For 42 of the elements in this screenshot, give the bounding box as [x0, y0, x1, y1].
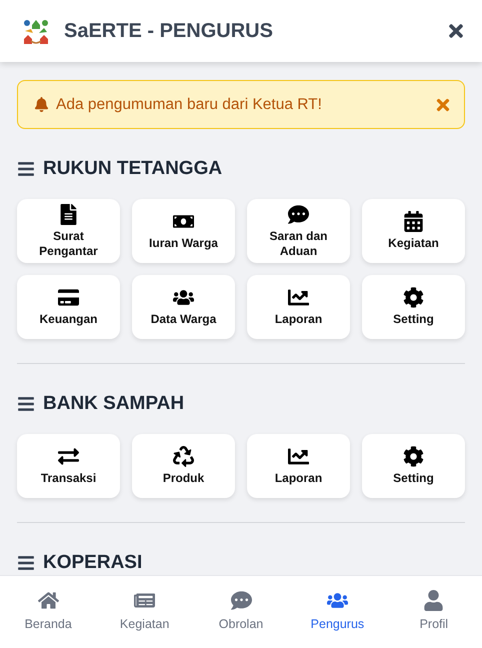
logo-icon — [22, 17, 50, 45]
person-icon — [423, 590, 444, 610]
menu-icon — [17, 554, 35, 572]
nav-tab[interactable]: Obrolan — [192, 576, 290, 648]
settings-icon — [403, 446, 424, 467]
menu-tile[interactable]: Setting — [362, 275, 465, 339]
speech-bubble-icon — [288, 204, 309, 224]
bell-icon — [34, 97, 49, 112]
menu-tile[interactable]: Laporan — [247, 275, 350, 339]
nav-tab[interactable]: Beranda — [0, 576, 96, 648]
calendar-icon — [403, 211, 424, 232]
recycle-icon — [173, 446, 194, 467]
settings-icon — [403, 287, 424, 308]
menu-icon — [17, 160, 35, 178]
section-title: KOPERASI — [43, 552, 142, 574]
nav-tab[interactable]: Pengurus — [289, 576, 386, 648]
section-title: RUKUN TETANGGA — [43, 158, 222, 180]
menu-tile[interactable]: Transaksi — [17, 434, 120, 498]
section-title: BANK SAMPAH — [43, 393, 184, 415]
document-icon — [58, 204, 79, 224]
credit-card-icon — [58, 287, 79, 308]
announcement-text: Ada pengumuman baru dari Ketua RT! — [56, 96, 323, 114]
menu-icon — [17, 395, 35, 413]
nav-tab[interactable]: Kegiatan — [96, 576, 193, 648]
menu-tile[interactable]: Iuran Warga — [132, 199, 235, 263]
menu-tile[interactable]: Saran dan Aduan — [247, 199, 350, 263]
close-icon[interactable] — [446, 21, 466, 41]
menu-tile[interactable]: Laporan — [247, 434, 350, 498]
menu-tile[interactable]: Surat Pengantar — [17, 199, 120, 263]
speech-bubble-icon — [230, 590, 252, 610]
line-chart-icon — [288, 446, 309, 467]
people-icon — [173, 287, 194, 308]
menu-tile[interactable]: Kegiatan — [362, 199, 465, 263]
app-title: SaERTE - PENGURUS — [64, 20, 274, 42]
menu-tile[interactable]: Setting — [362, 434, 465, 498]
line-chart-icon — [288, 287, 309, 308]
nav-tab[interactable]: Profil — [386, 576, 482, 648]
menu-tile[interactable]: Produk — [132, 434, 235, 498]
menu-tile[interactable]: Keuangan — [17, 275, 120, 339]
two-arrows-icon — [58, 446, 79, 467]
home-icon — [38, 590, 59, 610]
menu-tile[interactable]: Data Warga — [132, 275, 235, 339]
